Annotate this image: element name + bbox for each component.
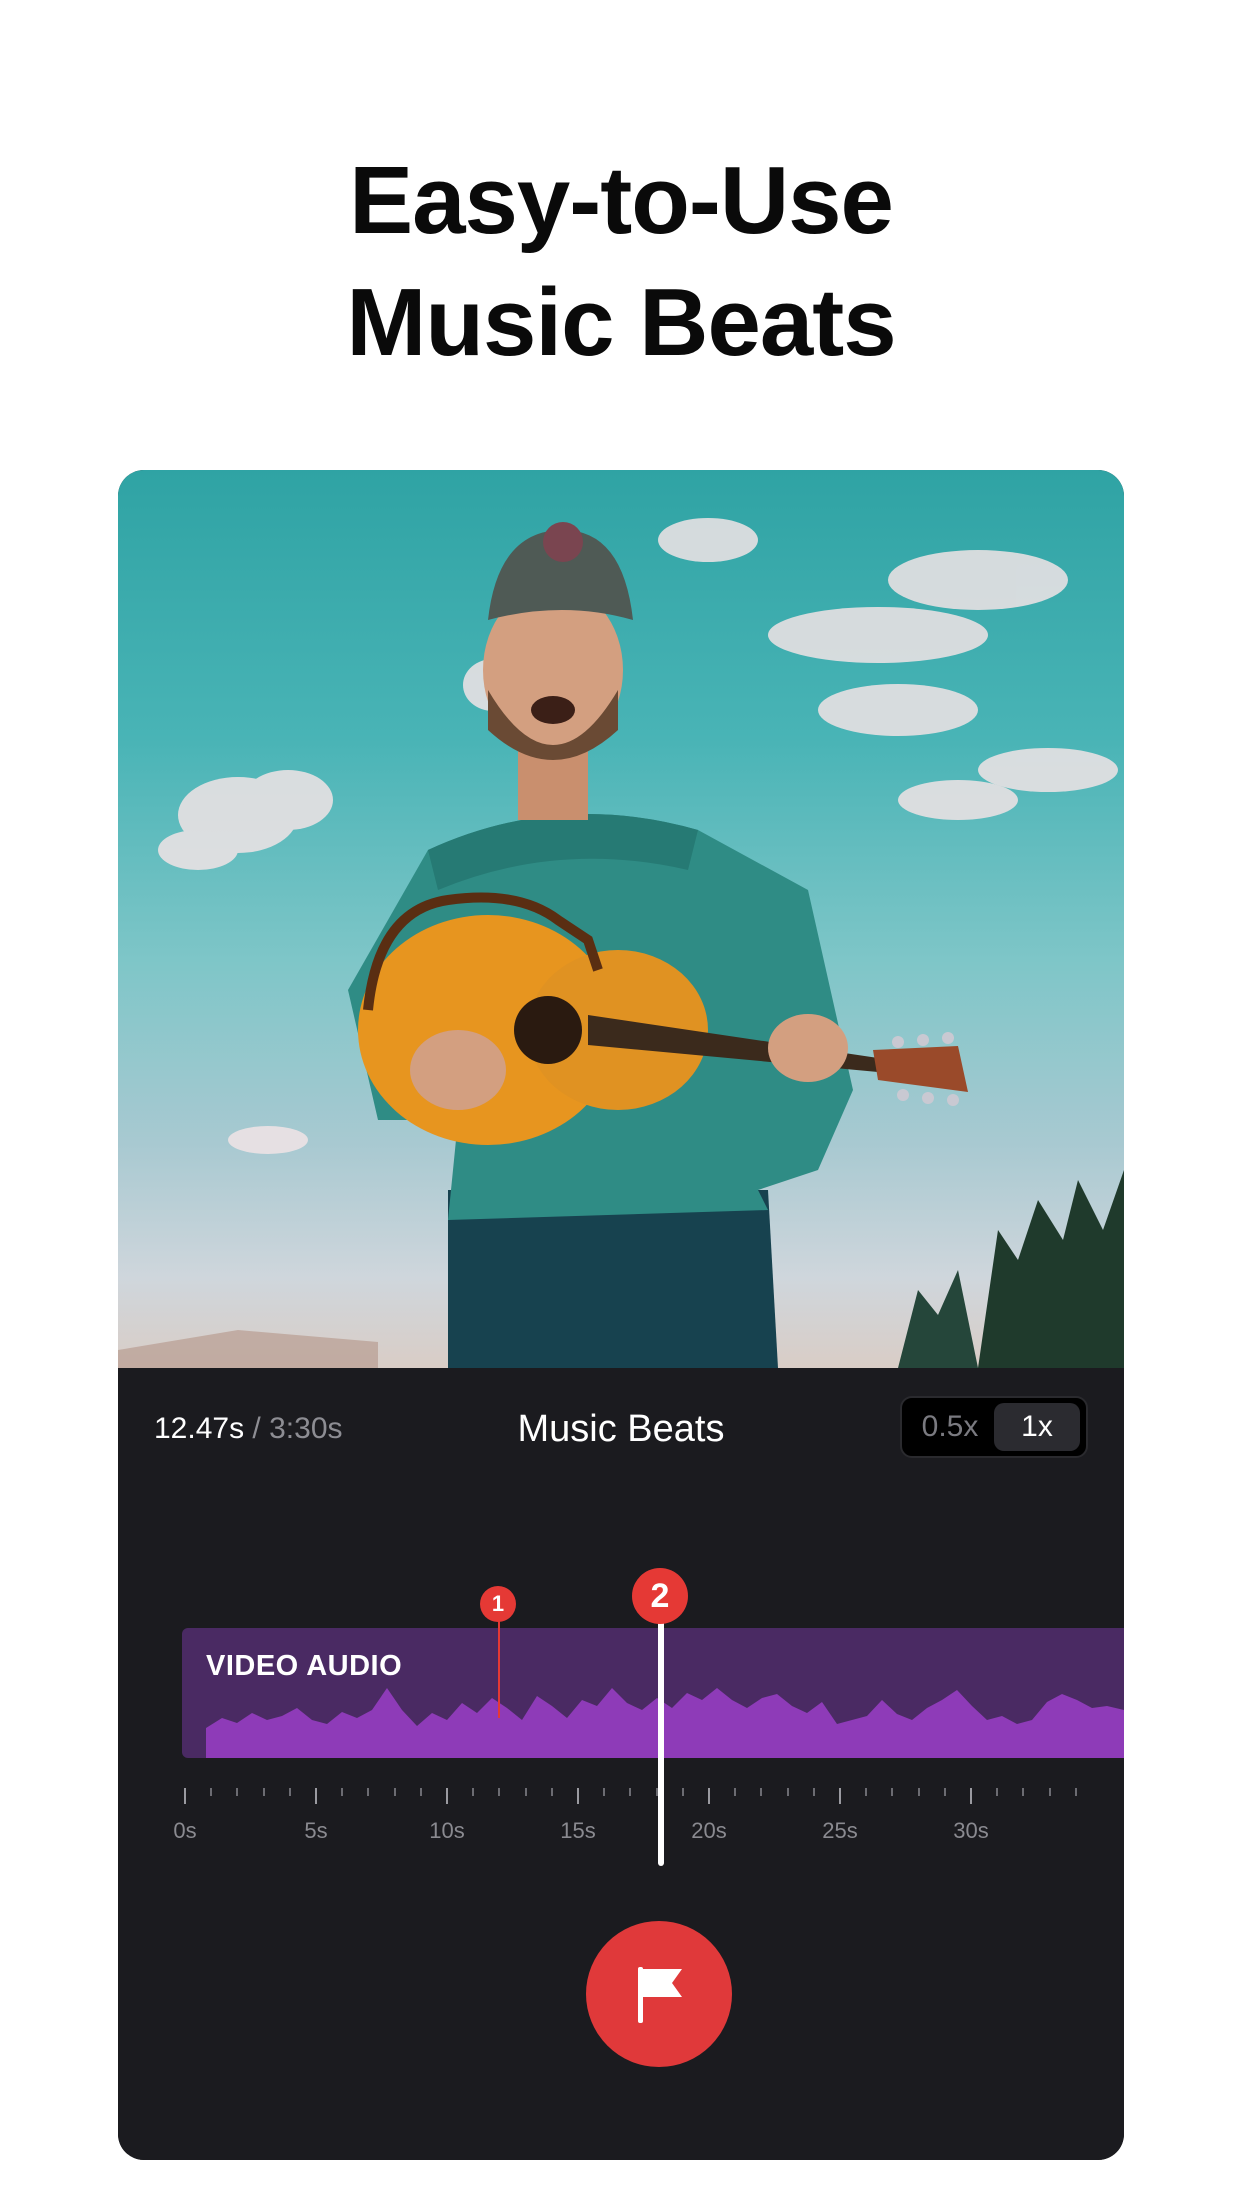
time-ruler: 0s 5s 10s 15s 20s 25s 30s xyxy=(118,1788,1124,1868)
ruler-major-tick xyxy=(708,1788,710,1804)
ruler-minor-tick xyxy=(1074,1788,1077,1796)
ruler-minor-tick xyxy=(917,1788,920,1796)
ruler-minor-tick xyxy=(603,1788,606,1796)
ruler-major-tick xyxy=(446,1788,448,1804)
ruler-minor-tick xyxy=(367,1788,370,1796)
ruler-label: 15s xyxy=(560,1818,596,1843)
ruler-major-tick xyxy=(970,1788,972,1804)
ruler-minor-tick xyxy=(262,1788,265,1796)
ruler-major-tick xyxy=(577,1788,579,1804)
ruler-minor-tick xyxy=(1048,1788,1051,1796)
ruler-minor-tick xyxy=(288,1788,291,1796)
ruler-minor-tick xyxy=(786,1788,789,1796)
ruler-major-tick xyxy=(315,1788,317,1804)
headline: Easy-to-Use Music Beats xyxy=(0,140,1242,384)
ruler-minor-tick xyxy=(236,1788,239,1796)
ruler-minor-tick xyxy=(524,1788,527,1796)
ruler-label: 5s xyxy=(304,1818,328,1843)
ruler-minor-tick xyxy=(393,1788,396,1796)
add-beat-button[interactable] xyxy=(586,1921,732,2067)
ruler-minor-tick xyxy=(341,1788,344,1796)
speed-option-half[interactable]: 0.5x xyxy=(908,1403,992,1451)
beat-marker-2[interactable]: 2 xyxy=(632,1568,688,1624)
ruler-minor-tick xyxy=(472,1788,475,1796)
ruler-major-tick xyxy=(184,1788,186,1804)
ruler-label: 25s xyxy=(822,1818,858,1843)
ruler-minor-tick xyxy=(943,1788,946,1796)
speed-toggle[interactable]: 0.5x 1x xyxy=(900,1396,1088,1458)
ruler-minor-tick xyxy=(629,1788,632,1796)
video-preview[interactable] xyxy=(118,470,1124,1368)
beat-marker-1[interactable]: 1 xyxy=(480,1586,516,1622)
headline-line-2: Music Beats xyxy=(346,269,896,376)
ruler-minor-tick xyxy=(996,1788,999,1796)
editor-card: 12.47s / 3:30s Music Beats 0.5x 1x VIDEO… xyxy=(118,470,1124,2160)
headline-line-1: Easy-to-Use xyxy=(349,147,894,254)
ruler-label: 0s xyxy=(173,1818,197,1843)
beat-controls-panel: 12.47s / 3:30s Music Beats 0.5x 1x VIDEO… xyxy=(118,1368,1124,2160)
ruler-minor-tick xyxy=(1022,1788,1025,1796)
ruler-minor-tick xyxy=(812,1788,815,1796)
ruler-minor-tick xyxy=(655,1788,658,1796)
ruler-minor-tick xyxy=(550,1788,553,1796)
ruler-minor-tick xyxy=(891,1788,894,1796)
ruler-label: 20s xyxy=(691,1818,727,1843)
audio-track[interactable]: VIDEO AUDIO xyxy=(182,1628,1124,1758)
video-frame-illustration xyxy=(118,518,1124,1368)
ruler-minor-tick xyxy=(681,1788,684,1796)
speed-option-normal[interactable]: 1x xyxy=(994,1403,1080,1451)
ruler-label: 30s xyxy=(953,1818,989,1843)
ruler-label: 10s xyxy=(429,1818,465,1843)
ruler-minor-tick xyxy=(419,1788,422,1796)
ruler-minor-tick xyxy=(498,1788,501,1796)
ruler-major-tick xyxy=(839,1788,841,1804)
audio-waveform xyxy=(206,1688,1124,1758)
flag-icon xyxy=(638,1967,682,2023)
ruler-minor-tick xyxy=(210,1788,213,1796)
ruler-minor-tick xyxy=(734,1788,737,1796)
ruler-minor-tick xyxy=(760,1788,763,1796)
ruler-minor-tick xyxy=(865,1788,868,1796)
